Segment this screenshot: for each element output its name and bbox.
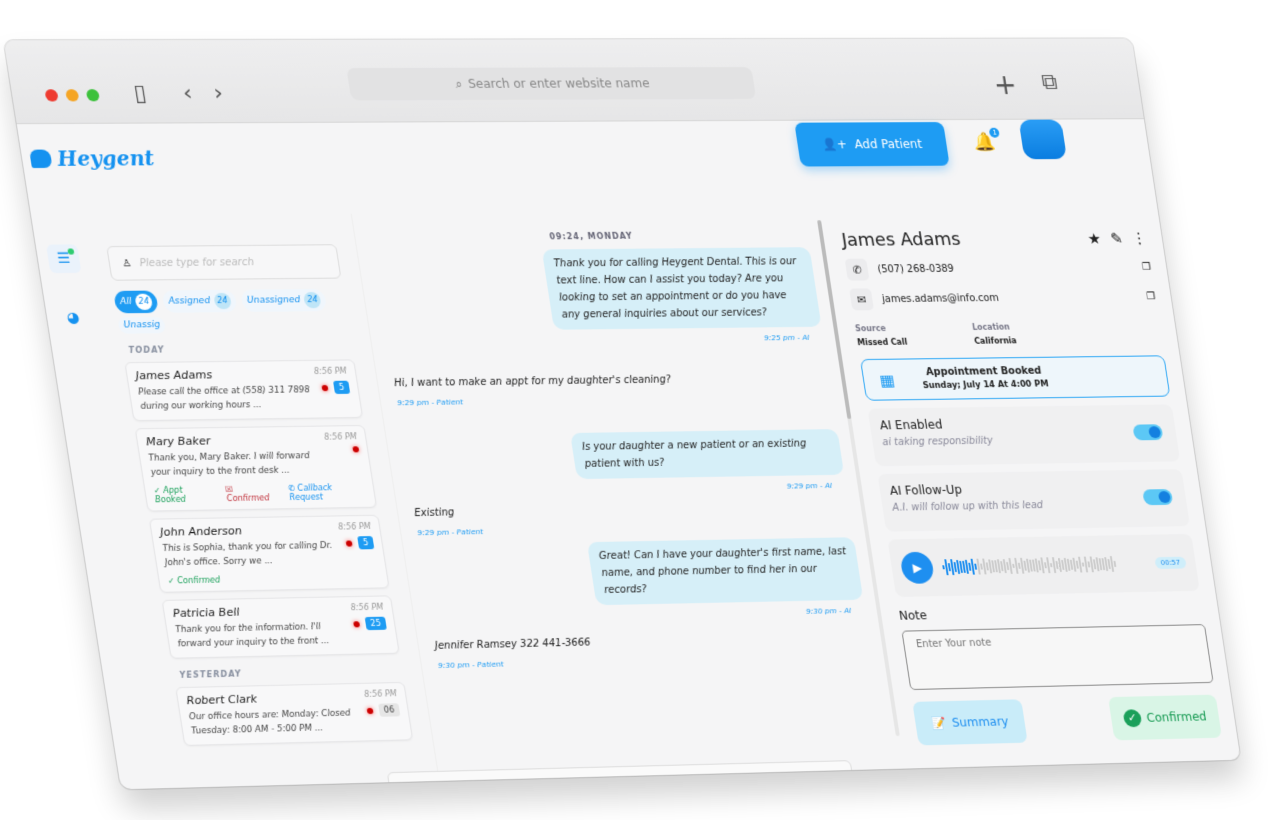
waveform-bar — [1113, 560, 1117, 568]
back-icon[interactable]: ‹ — [181, 81, 194, 106]
ai-message: Great! Can I have your daughter's first … — [586, 537, 864, 606]
unread-count: 5 — [357, 536, 375, 550]
section-yesterday: YESTERDAY — [178, 669, 243, 680]
add-user-icon: 👤+ — [821, 137, 848, 152]
appointment-card[interactable]: ▦ Appointment Booked Sunday; July 14 At 4… — [859, 355, 1171, 401]
unread-dot — [352, 620, 360, 627]
location-value: California — [973, 336, 1018, 346]
audio-waveform[interactable] — [941, 554, 1147, 576]
list-item[interactable]: John Anderson 8:56 PM This is Sophia, tha… — [148, 514, 390, 593]
ai-message: Is your daughter a new patient or an exi… — [570, 429, 845, 480]
search-icon: ⌕ — [454, 76, 464, 91]
filter-unassigned-2[interactable]: Unassig — [117, 316, 167, 334]
message-meta: 9:29 pm - Patient — [396, 397, 464, 408]
ai-enabled-toggle[interactable] — [1132, 424, 1164, 441]
close-window-button[interactable] — [44, 89, 59, 102]
tag-callback-request: ✆ Callback Request — [287, 483, 333, 503]
ai-enabled-setting: AI Enabled ai taking responsibility — [867, 404, 1181, 467]
message-meta: 9:29 pm - Patient — [416, 526, 484, 538]
add-patient-button[interactable]: 👤+ Add Patient — [794, 122, 950, 167]
edit-icon[interactable]: ✎ — [1109, 229, 1124, 247]
online-indicator — [67, 248, 75, 255]
sidebar-toggle-icon[interactable]: ▯ — [132, 81, 148, 106]
address-bar[interactable]: ⌕ Search or enter website name — [346, 66, 757, 101]
unread-count: 5 — [332, 380, 351, 395]
confirmed-button[interactable]: ✓ Confirmed — [1108, 694, 1222, 741]
browser-toolbar: ▯ ‹ › ⌕ Search or enter website name + ⧉ — [3, 38, 1144, 125]
star-icon[interactable]: ★ — [1086, 229, 1102, 247]
note-label: Note — [898, 608, 928, 623]
minimize-window-button[interactable] — [65, 89, 80, 102]
unread-dot — [345, 539, 353, 547]
tag-confirmed: ✓ Confirmed — [167, 575, 221, 586]
list-item[interactable]: James Adams 8:56 PM Please call the offic… — [124, 359, 364, 422]
phone-icon: ✆ — [844, 258, 870, 281]
unread-count: 06 — [377, 703, 401, 717]
unread-dot — [366, 707, 374, 714]
search-input[interactable]: ♙ Please type for search — [106, 244, 342, 281]
filter-unassigned[interactable]: Unassigned 24 — [240, 288, 328, 312]
patient-name: James Adams — [840, 229, 962, 251]
pie-chart-icon: ◕ — [65, 309, 81, 327]
filter-assigned[interactable]: Assigned 24 — [161, 289, 238, 313]
maximize-window-button[interactable] — [85, 89, 101, 102]
source-value: Missed Call — [856, 337, 908, 348]
audio-duration: 00:57 — [1154, 556, 1187, 570]
patient-email: james.adams@info.com — [881, 292, 1000, 305]
ai-followup-setting: AI Follow-Up A.I. will follow up with thi… — [877, 469, 1190, 532]
unread-dot — [352, 446, 360, 453]
patient-phone: (507) 268-0389 — [876, 263, 955, 275]
audio-player: ▶ 00:57 — [887, 533, 1200, 598]
unread-count: 25 — [364, 616, 387, 631]
message-meta: 9:30 pm - Patient — [437, 659, 505, 670]
patient-message: Existing — [413, 507, 456, 520]
notifications-button[interactable]: 🔔 1 — [972, 127, 1001, 153]
nav-messages[interactable]: ☰ — [46, 244, 82, 274]
logo-icon — [29, 149, 53, 169]
tag-confirmed: ☒ Confirmed — [224, 484, 271, 504]
play-button[interactable]: ▶ — [899, 551, 936, 584]
list-item[interactable]: Mary Baker 8:56 PM Thank you, Mary Baker.… — [134, 424, 378, 512]
avatar[interactable] — [1018, 119, 1068, 160]
tabs-overview-icon[interactable]: ⧉ — [1040, 70, 1059, 95]
note-input[interactable] — [901, 624, 1214, 691]
mail-icon: ✉ — [849, 288, 875, 311]
message-meta: 9:25 pm - AI — [763, 332, 811, 343]
side-nav: ☰ ◕ — [31, 216, 101, 333]
more-icon[interactable]: ⋮ — [1131, 229, 1148, 247]
new-tab-icon[interactable]: + — [991, 68, 1019, 101]
ai-message: Thank you for calling Heygent Dental. Th… — [541, 247, 822, 330]
notification-badge: 1 — [989, 127, 1001, 138]
x-box-icon: ☒ — [224, 484, 234, 495]
patient-message: Hi, I want to make an appt for my daught… — [393, 374, 672, 390]
date-divider: 09:24, MONDAY — [548, 231, 634, 242]
list-item[interactable]: Robert Clark 8:56 PM Our office hours are… — [175, 681, 414, 746]
chat-thread: 09:24, MONDAY Thank you for calling Heyg… — [350, 210, 905, 781]
play-icon: ▶ — [911, 560, 923, 575]
logo: Heygent — [29, 146, 156, 171]
app-header: Heygent 👤+ Add Patient 🔔 1 — [17, 119, 1157, 216]
check-circle-icon: ✓ — [1122, 709, 1143, 728]
nav-analytics[interactable]: ◕ — [55, 303, 90, 332]
calendar-icon: ▦ — [878, 370, 896, 390]
summary-button[interactable]: 📝 Summary — [912, 699, 1028, 746]
section-today: TODAY — [127, 345, 166, 355]
tag-appt-booked: ✓ Appt Booked — [153, 485, 187, 505]
browser-window: ▯ ‹ › ⌕ Search or enter website name + ⧉ … — [3, 38, 1241, 790]
ai-followup-toggle[interactable] — [1142, 489, 1174, 506]
patient-message: Jennifer Ramsey 322 441-3666 — [434, 637, 592, 652]
copy-icon[interactable]: ❐ — [1141, 261, 1151, 272]
copy-icon[interactable]: ❐ — [1146, 291, 1156, 302]
filter-tabs: All 24 Assigned 24 Unassigned 24 Unassig — [113, 288, 349, 334]
message-meta: 9:29 pm - AI — [786, 480, 833, 491]
forward-icon[interactable]: › — [212, 81, 225, 106]
document-icon: 📝 — [930, 715, 948, 731]
unread-dot — [321, 384, 329, 391]
user-icon: ♙ — [121, 257, 133, 269]
list-item[interactable]: Patricia Bell 8:56 PM Thank you for the i… — [161, 595, 400, 659]
message-meta: 9:30 pm - AI — [805, 605, 852, 616]
filter-all[interactable]: All 24 — [113, 290, 160, 314]
